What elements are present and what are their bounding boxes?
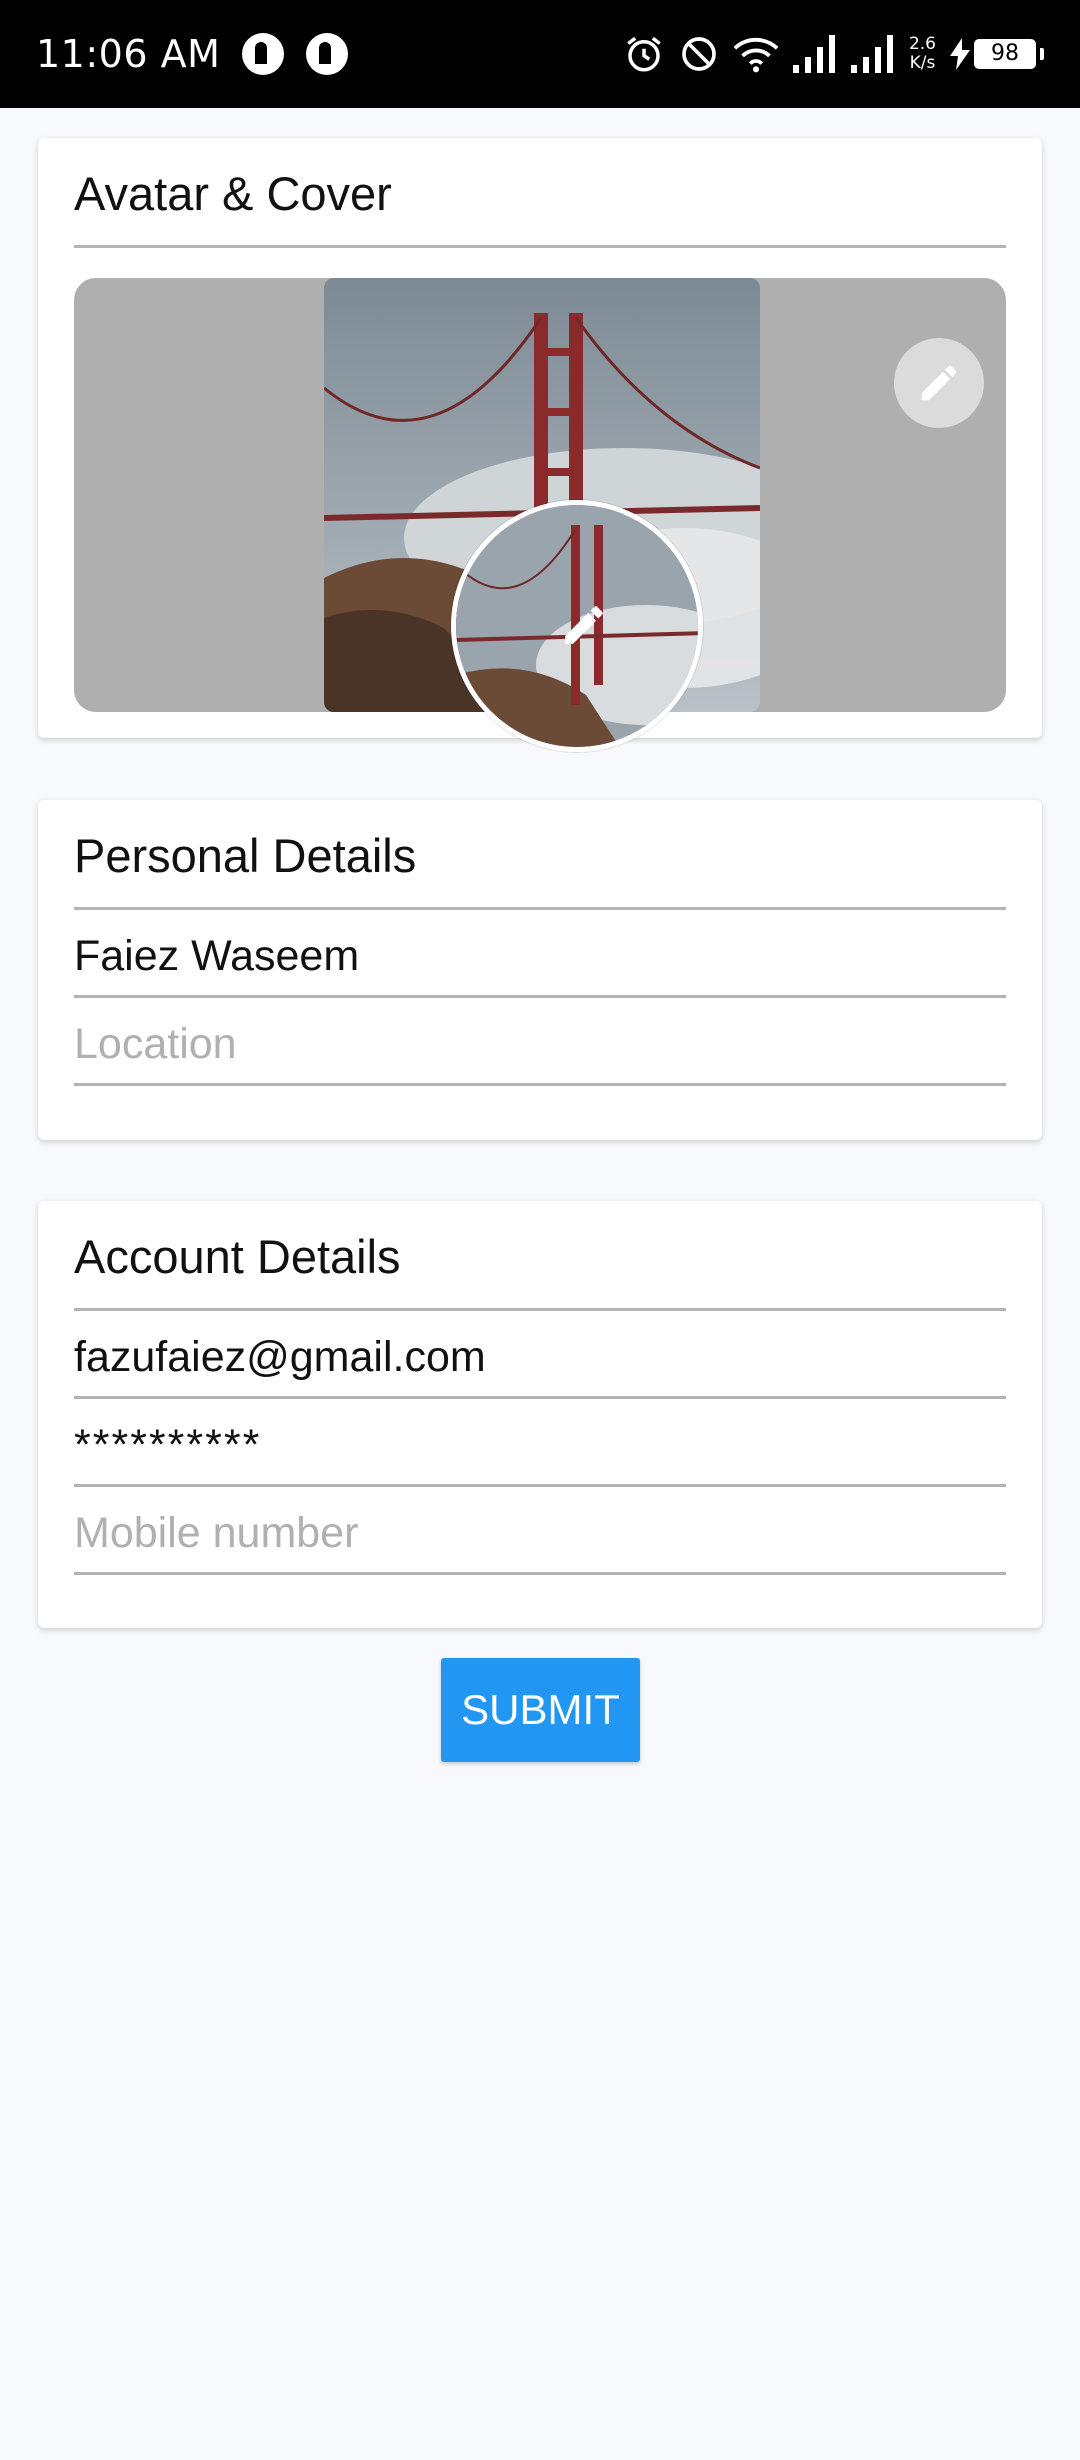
notification-icon	[242, 33, 285, 75]
signal-icon	[792, 35, 835, 73]
avatar-cover-title: Avatar & Cover	[74, 138, 1006, 248]
cover-edit-button[interactable]	[894, 338, 984, 428]
wifi-icon	[733, 38, 779, 73]
charging-icon	[950, 38, 970, 70]
battery-icon: 98	[974, 39, 1036, 69]
status-time: 11:06 AM	[36, 32, 221, 76]
personal-details-card: Personal Details Faiez Waseem Location	[38, 800, 1042, 1140]
account-details-card: Account Details fazufaiez@gmail.com ****…	[38, 1201, 1042, 1628]
network-speed-value: 2.6	[908, 34, 936, 54]
pencil-icon	[921, 365, 957, 401]
avatar-image[interactable]	[451, 500, 703, 752]
signal-icon	[850, 35, 893, 73]
notification-icon	[306, 33, 349, 75]
submit-button[interactable]: SUBMIT	[441, 1658, 640, 1762]
name-field[interactable]: Faiez Waseem	[74, 910, 1006, 998]
avatar-edit-button[interactable]	[556, 597, 612, 653]
network-speed-unit: K/s	[909, 53, 936, 73]
status-bar: 11:06 AM 2.6 K/s 98	[0, 0, 1080, 108]
account-details-title: Account Details	[74, 1201, 1006, 1311]
network-speed: 2.6 K/s	[909, 35, 936, 73]
status-left: 11:06 AM	[36, 32, 349, 76]
dnd-icon	[682, 37, 716, 71]
battery-tip	[1040, 48, 1044, 60]
personal-details-title: Personal Details	[74, 800, 1006, 910]
email-field[interactable]: fazufaiez@gmail.com	[74, 1311, 1006, 1399]
pencil-icon	[565, 606, 603, 644]
location-field[interactable]: Location	[74, 998, 1006, 1086]
password-field[interactable]: **********	[74, 1399, 1006, 1487]
cover-area[interactable]	[74, 278, 1006, 752]
alarm-icon	[627, 36, 661, 72]
mobile-number-field[interactable]: Mobile number	[74, 1487, 1006, 1575]
status-right: 2.6 K/s 98	[623, 33, 1044, 75]
avatar-cover-card: Avatar & Cover	[38, 138, 1042, 752]
battery-indicator: 98	[950, 38, 1044, 70]
